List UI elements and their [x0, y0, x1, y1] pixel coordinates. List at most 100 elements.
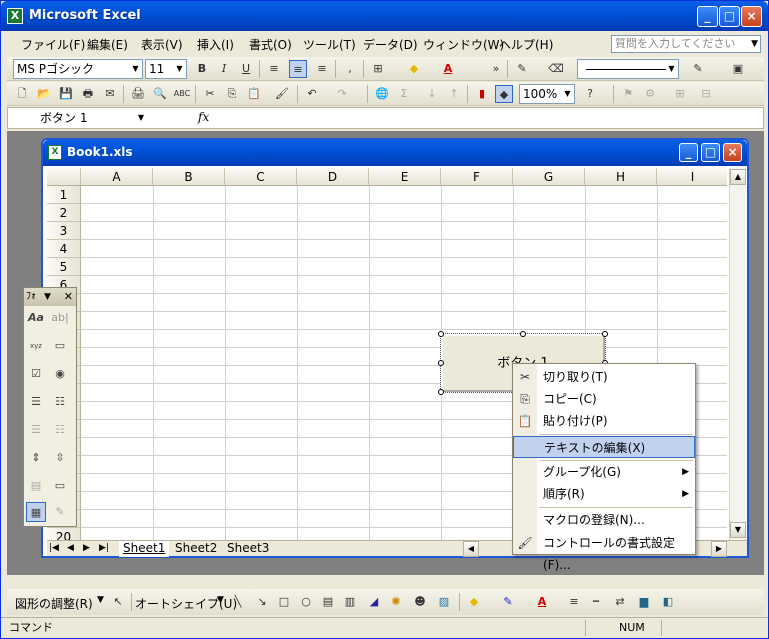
chevron-down-icon[interactable]: ▼	[217, 595, 224, 605]
chart-wizard-icon[interactable]: ▮	[473, 85, 491, 103]
oval-icon[interactable]: ○	[297, 593, 315, 611]
scroll-track[interactable]	[730, 186, 746, 526]
chevron-down-icon[interactable]: ▼	[97, 595, 104, 605]
menu-window[interactable]: ウィンドウ(W)	[423, 36, 504, 53]
vertical-scrollbar[interactable]: ▲ ▼	[729, 168, 746, 540]
email-icon[interactable]: ✉	[101, 85, 119, 103]
spinner-tool-icon[interactable]: ⇳	[50, 448, 70, 468]
hyperlink-icon[interactable]: 🌐	[373, 85, 391, 103]
column-header[interactable]: D	[297, 168, 369, 186]
column-header[interactable]: E	[369, 168, 441, 186]
menu-item-assign-macro[interactable]: マクロの登録(N)...	[513, 509, 695, 531]
autosum-icon[interactable]: Σ	[395, 85, 413, 103]
cut-icon[interactable]: ✂	[201, 85, 219, 103]
sheet-tab-2[interactable]: Sheet2	[171, 541, 221, 557]
arrow-style-icon[interactable]: ⇄	[611, 593, 629, 611]
menu-insert[interactable]: 挿入(I)	[197, 36, 234, 53]
toolbar-options-icon[interactable]: »	[487, 60, 505, 78]
pen-icon[interactable]: ✎	[513, 60, 531, 78]
text-box-icon[interactable]: ▤	[319, 593, 337, 611]
paste-icon[interactable]: 📋	[245, 85, 263, 103]
row-header[interactable]: 5	[47, 258, 81, 276]
chevron-down-icon[interactable]: ▼	[751, 36, 758, 52]
undo-icon[interactable]: ↶	[303, 85, 321, 103]
button-tool-icon[interactable]: ▭	[50, 336, 70, 356]
menu-file[interactable]: ファイル(F)	[21, 36, 85, 53]
print-icon[interactable]: 🖨	[129, 85, 147, 103]
workbook-minimize-button[interactable]: _	[679, 143, 698, 162]
merge-icon[interactable]: ⊞	[671, 85, 689, 103]
draw-adjust-menu[interactable]: 図形の調整(R)	[15, 595, 93, 612]
eraser-icon[interactable]: ⌫	[547, 60, 565, 78]
column-header[interactable]: A	[81, 168, 153, 186]
line-color-icon[interactable]: ✎	[499, 593, 517, 611]
line-color-icon[interactable]: ✎	[689, 60, 707, 78]
save-icon[interactable]: 💾	[57, 85, 75, 103]
scroll-up-button[interactable]: ▲	[730, 169, 746, 185]
3d-icon[interactable]: ◧	[659, 593, 677, 611]
format-painter-icon[interactable]: 🖌	[273, 85, 291, 103]
column-header[interactable]: I	[657, 168, 727, 186]
redo-icon[interactable]: ↷	[333, 85, 351, 103]
select-arrow-icon[interactable]: ↖	[109, 593, 127, 611]
option-button-tool-icon[interactable]: ◉	[50, 364, 70, 384]
align-left-icon[interactable]: ≡	[265, 60, 283, 78]
fill-color-icon[interactable]: ◆	[405, 60, 423, 78]
align-center-icon[interactable]: ≡	[289, 60, 307, 78]
combo-list-tool-icon[interactable]: ☰	[26, 420, 46, 440]
border-style-icon[interactable]: ▣	[729, 60, 747, 78]
maximize-button[interactable]: □	[719, 6, 740, 27]
menu-help[interactable]: ヘルプ(H)	[499, 36, 553, 53]
line-icon[interactable]: ╲	[229, 593, 247, 611]
menu-edit[interactable]: 編集(E)	[87, 36, 128, 53]
resize-handle[interactable]	[438, 360, 444, 366]
spellcheck-icon[interactable]: ABC	[173, 85, 191, 103]
label-tool-icon[interactable]: Aa	[26, 308, 46, 328]
run-dialog-icon[interactable]: ✎	[50, 502, 70, 522]
sort-desc-icon[interactable]: ↑	[445, 85, 463, 103]
close-icon[interactable]: ✕	[64, 288, 73, 306]
workbook-maximize-button[interactable]: □	[701, 143, 720, 162]
arrow-icon[interactable]: ↘	[253, 593, 271, 611]
vertical-text-box-icon[interactable]: ▥	[341, 593, 359, 611]
sort-asc-icon[interactable]: ↓	[423, 85, 441, 103]
menu-format[interactable]: 書式(O)	[249, 36, 292, 53]
resize-handle[interactable]	[438, 331, 444, 337]
fill-color-icon[interactable]: ◆	[465, 593, 483, 611]
menu-item-format-control[interactable]: 🖌 コントロールの書式設定(F)...	[513, 532, 695, 572]
last-sheet-button[interactable]: ▶|	[99, 541, 109, 557]
row-header[interactable]: 1	[47, 186, 81, 204]
column-header[interactable]: B	[153, 168, 225, 186]
rectangle-icon[interactable]: □	[275, 593, 293, 611]
resize-handle[interactable]	[438, 389, 444, 395]
row-header[interactable]: 20	[47, 528, 81, 540]
title-bar[interactable]: X Microsoft Excel _ □ ×	[1, 1, 768, 31]
comma-style-icon[interactable]: ,	[341, 60, 359, 78]
help-search-input[interactable]: 質問を入力してください ▼	[611, 35, 761, 53]
control-properties-icon[interactable]: ▤	[26, 476, 46, 496]
menu-view[interactable]: 表示(V)	[141, 36, 183, 53]
edit-code-icon[interactable]: ▭	[50, 476, 70, 496]
column-header[interactable]: G	[513, 168, 585, 186]
print-preview-icon[interactable]: 🔍	[151, 85, 169, 103]
diagram-icon[interactable]: ✺	[387, 593, 405, 611]
function-icon[interactable]: fx	[198, 110, 209, 124]
new-file-icon[interactable]: 🗋	[13, 85, 31, 103]
column-header[interactable]: F	[441, 168, 513, 186]
column-header[interactable]: C	[225, 168, 297, 186]
shadow-icon[interactable]: ▆	[635, 593, 653, 611]
menu-item-group[interactable]: グループ化(G) ▶	[513, 461, 695, 483]
close-button[interactable]: ×	[741, 6, 762, 27]
menu-item-order[interactable]: 順序(R) ▶	[513, 483, 695, 505]
row-header[interactable]: 2	[47, 204, 81, 222]
forms-toolbar-title[interactable]: ﾌｫ ▼ ✕	[24, 288, 76, 306]
prev-sheet-button[interactable]: ◀	[67, 541, 74, 557]
workbook-close-button[interactable]: ×	[723, 143, 742, 162]
open-folder-icon[interactable]: 📂	[35, 85, 53, 103]
copy-icon[interactable]: ⎘	[223, 85, 241, 103]
menu-item-cut[interactable]: ✂ 切り取り(T)	[513, 366, 695, 388]
combo-box-tool-icon[interactable]: ☷	[50, 392, 70, 412]
scroll-right-button[interactable]: ▶	[711, 541, 727, 557]
minimize-button[interactable]: _	[697, 6, 718, 27]
menu-item-edit-text[interactable]: テキストの編集(X)	[513, 436, 695, 458]
